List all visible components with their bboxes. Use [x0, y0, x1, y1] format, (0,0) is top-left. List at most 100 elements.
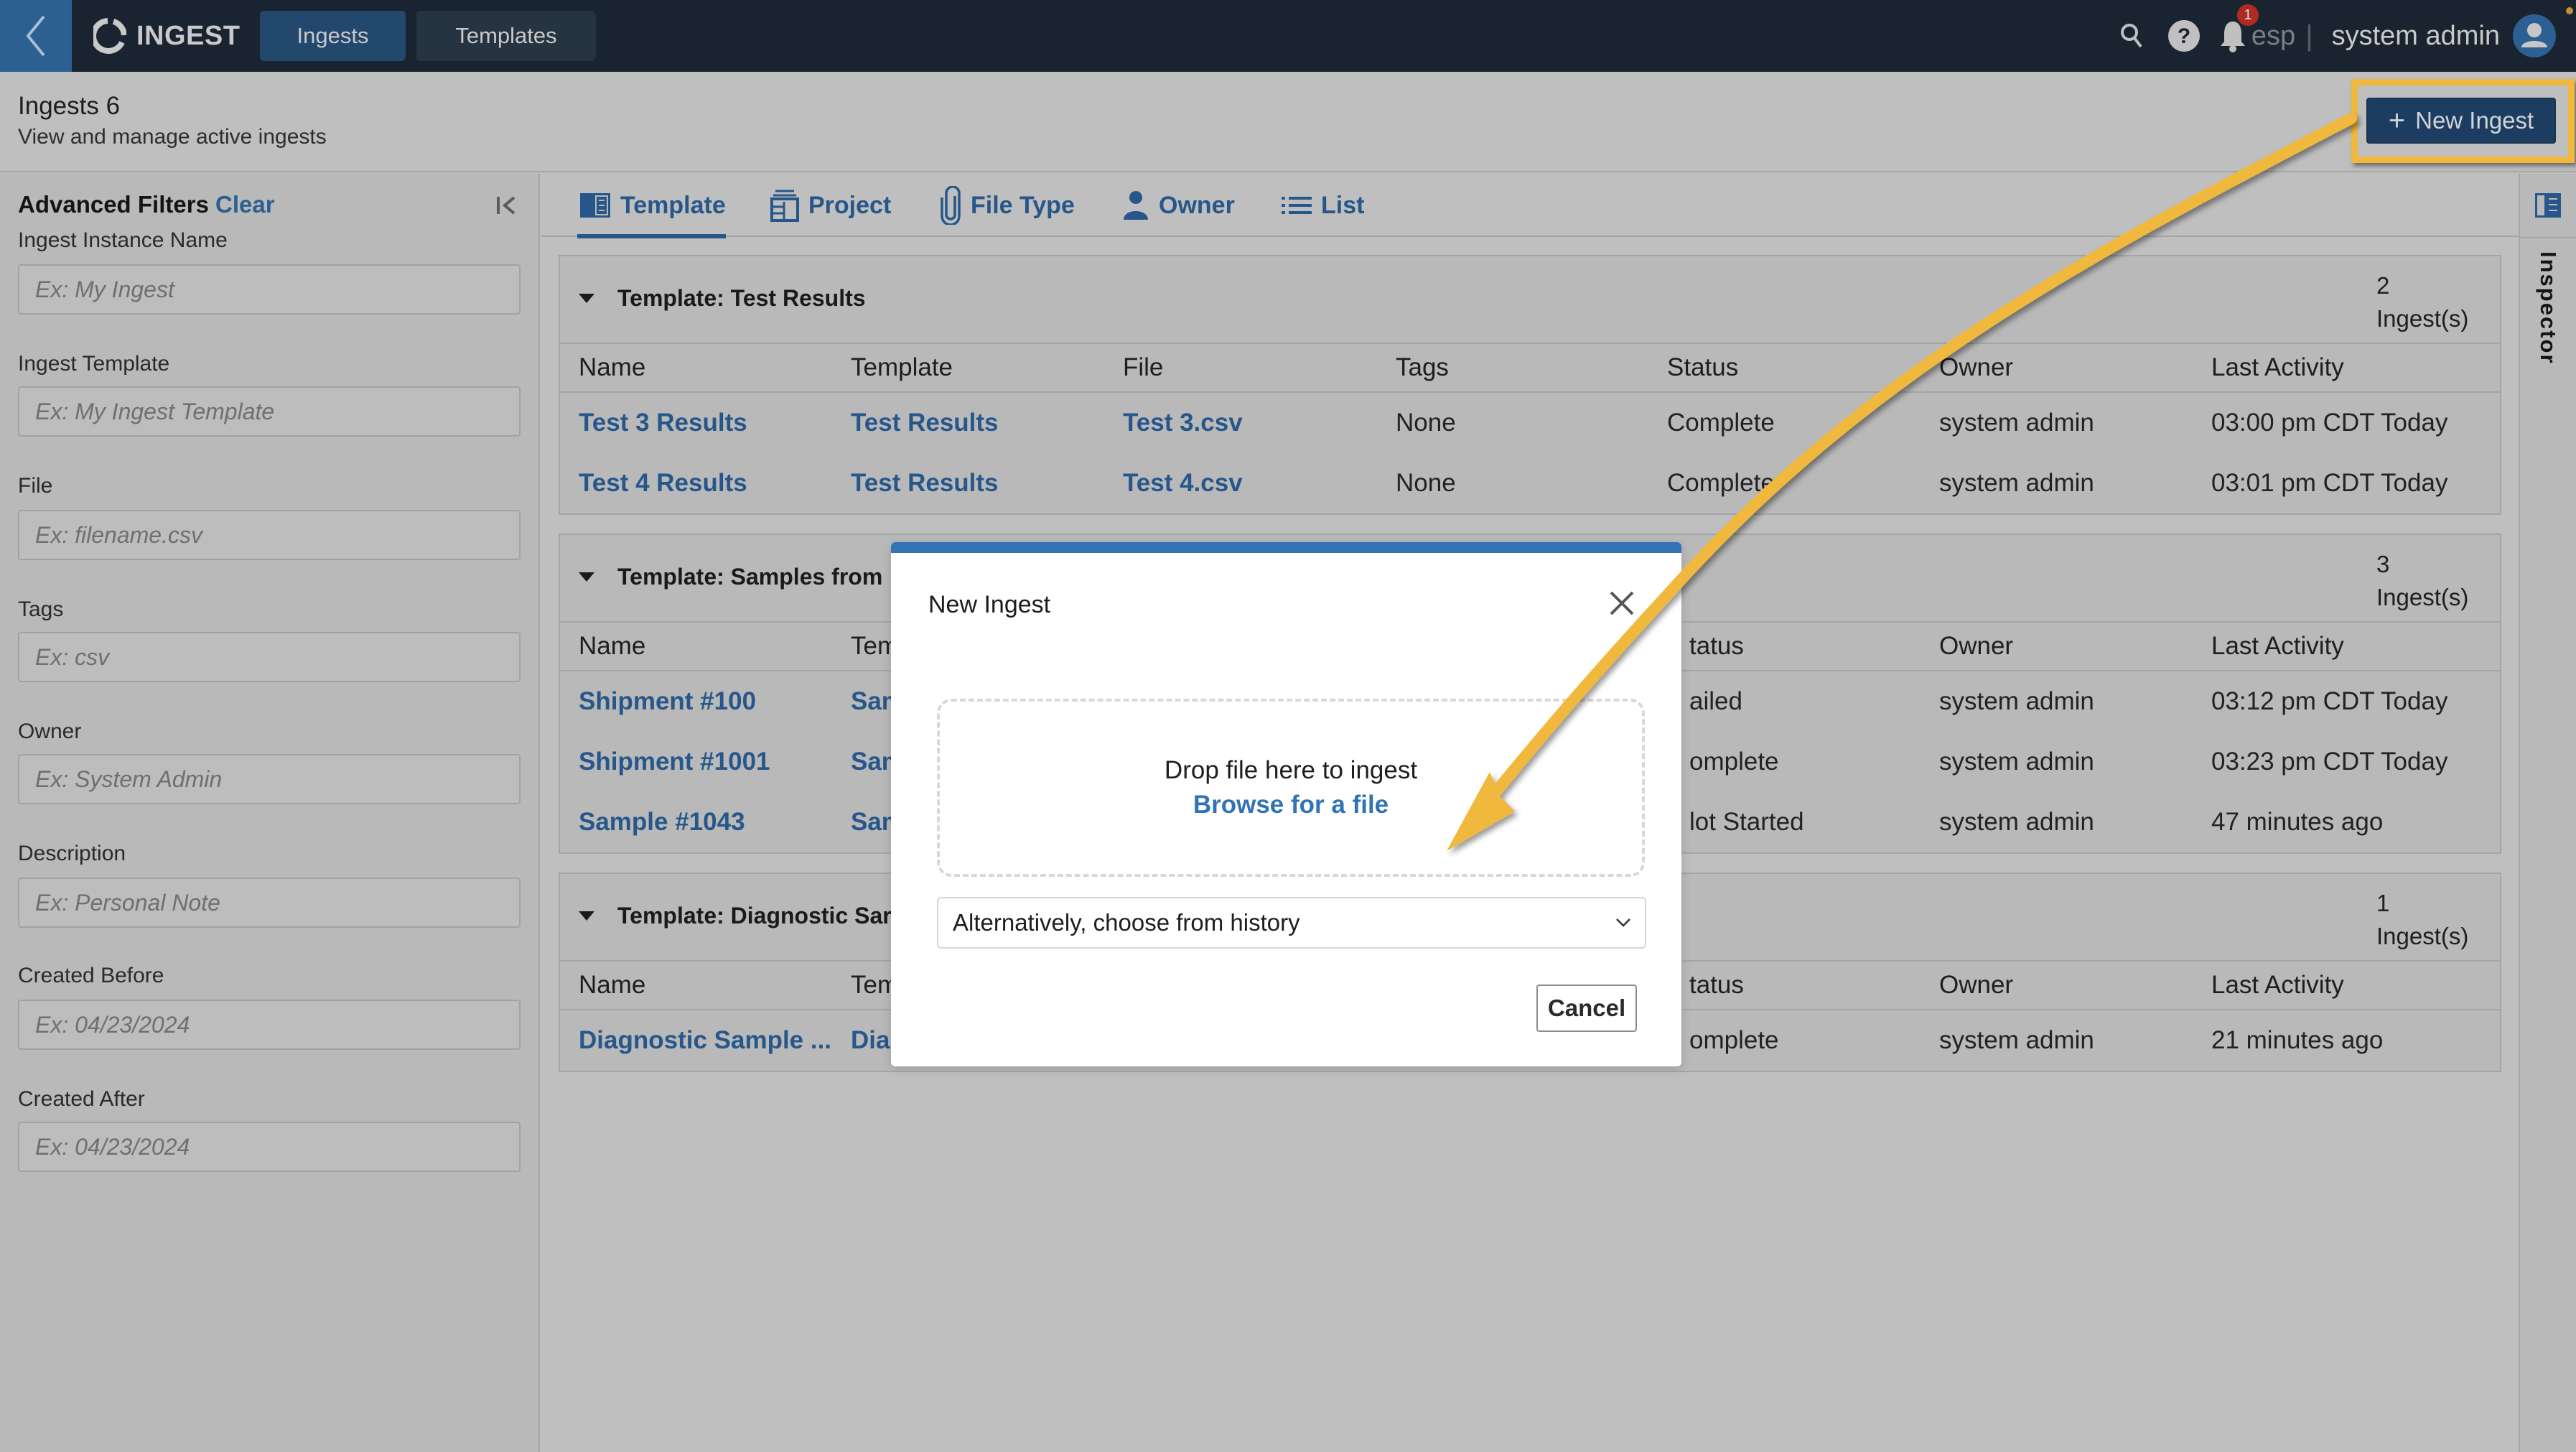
ingest-name-link[interactable]: Test 4 Results: [579, 469, 747, 498]
status-cell: omplete: [1689, 748, 1779, 776]
col-last-activity[interactable]: Last Activity: [2211, 632, 2344, 661]
col-name[interactable]: Name: [579, 353, 645, 382]
collapse-left-icon: [497, 196, 515, 215]
table-row[interactable]: Test 4 Results Test Results Test 4.csv N…: [560, 453, 2500, 513]
ingest-name-link[interactable]: Shipment #1001: [579, 748, 770, 776]
created-after-input[interactable]: [18, 1122, 521, 1172]
ingest-logo-icon: [93, 18, 126, 54]
col-last-activity[interactable]: Last Activity: [2211, 971, 2344, 1000]
collapse-sidebar-button[interactable]: [494, 191, 520, 220]
template-icon: [580, 193, 610, 218]
last-activity-cell: 03:23 pm CDT Today: [2211, 748, 2448, 776]
group-title: Template: Test Results: [617, 285, 866, 311]
search-icon: [2120, 24, 2142, 48]
paperclip-icon: [941, 186, 961, 225]
history-select[interactable]: Alternatively, choose from history: [937, 897, 1646, 949]
ingest-name-link[interactable]: Sample #1043: [579, 808, 745, 837]
col-status[interactable]: tatus: [1689, 632, 1744, 661]
filter-label-file: File: [18, 474, 53, 498]
file-link[interactable]: Test 3.csv: [1123, 409, 1243, 437]
notification-badge: 1: [2236, 4, 2259, 26]
new-ingest-button[interactable]: + New Ingest: [2366, 98, 2556, 144]
group-count-value: 2: [2376, 272, 2390, 299]
status-cell: Complete: [1667, 409, 1775, 437]
tab-project[interactable]: Project: [770, 188, 891, 223]
caret-down-icon[interactable]: [579, 294, 594, 303]
inspector-toggle-button[interactable]: [2520, 174, 2576, 238]
table-header: Name Template File Tags Status Owner Las…: [560, 344, 2500, 393]
back-button[interactable]: [0, 0, 72, 72]
col-file[interactable]: File: [1123, 353, 1163, 382]
tab-owner-label: Owner: [1159, 191, 1235, 219]
created-before-input[interactable]: [18, 1000, 521, 1050]
template-input[interactable]: [18, 386, 521, 437]
instance-name-input[interactable]: [18, 264, 521, 315]
group-count-label: Ingest(s): [2376, 584, 2469, 610]
ingest-name-link[interactable]: Test 3 Results: [579, 409, 747, 437]
workspace-label[interactable]: esp: [2251, 21, 2295, 52]
tab-list[interactable]: List: [1281, 188, 1364, 223]
caret-down-icon[interactable]: [579, 911, 594, 921]
col-name[interactable]: Name: [579, 971, 645, 1000]
help-button[interactable]: ?: [2167, 19, 2201, 53]
file-dropzone[interactable]: Drop file here to ingest Browse for a fi…: [937, 699, 1645, 877]
template-link[interactable]: Test Results: [851, 469, 999, 498]
col-owner[interactable]: Owner: [1939, 353, 2013, 382]
tags-cell: None: [1396, 469, 1456, 497]
user-name[interactable]: system admin: [2332, 21, 2500, 52]
col-name[interactable]: Name: [579, 632, 645, 661]
owner-cell: system admin: [1939, 687, 2094, 715]
project-icon: [770, 190, 799, 222]
template-link[interactable]: Test Results: [851, 409, 999, 437]
status-cell: omplete: [1689, 1026, 1779, 1054]
ingest-name-link[interactable]: Shipment #100: [579, 687, 756, 716]
tab-owner[interactable]: Owner: [1121, 188, 1235, 223]
notifications-button[interactable]: 1: [2218, 4, 2259, 53]
search-button[interactable]: [2119, 22, 2145, 50]
group-title: Template: Samples from: [617, 564, 883, 590]
status-cell: Complete: [1667, 469, 1775, 497]
col-tags[interactable]: Tags: [1396, 353, 1449, 382]
chevron-down-icon: [1616, 918, 1630, 927]
tab-file-type[interactable]: File Type: [941, 186, 1075, 225]
modal-close-button[interactable]: [1604, 585, 1640, 621]
new-ingest-label: New Ingest: [2415, 107, 2534, 134]
avatar[interactable]: [2513, 14, 2556, 57]
group-count-label: Ingest(s): [2376, 305, 2469, 332]
col-template[interactable]: Template: [851, 353, 953, 382]
owner-cell: system admin: [1939, 469, 2094, 497]
owner-input[interactable]: [18, 754, 521, 804]
file-link[interactable]: Test 4.csv: [1123, 469, 1243, 498]
ingest-name-link[interactable]: Diagnostic Sample ...: [579, 1026, 831, 1055]
col-last-activity[interactable]: Last Activity: [2211, 353, 2344, 382]
col-status[interactable]: tatus: [1689, 971, 1744, 1000]
clear-filters-link[interactable]: Clear: [215, 191, 275, 218]
cancel-button[interactable]: Cancel: [1536, 985, 1637, 1032]
nav-tab-templates[interactable]: Templates: [416, 11, 596, 61]
last-activity-cell: 03:12 pm CDT Today: [2211, 687, 2448, 715]
browse-file-link[interactable]: Browse for a file: [940, 791, 1642, 819]
top-nav: INGEST Ingests Templates ? 1 esp | syste…: [0, 0, 2576, 72]
template-link[interactable]: Dia: [851, 1026, 890, 1055]
col-owner[interactable]: Owner: [1939, 632, 2013, 661]
tab-template[interactable]: Template: [577, 188, 726, 238]
col-status[interactable]: Status: [1667, 353, 1738, 382]
drop-text: Drop file here to ingest: [1164, 756, 1418, 784]
tab-template-label: Template: [620, 191, 726, 219]
tags-input[interactable]: [18, 632, 521, 682]
new-ingest-modal: New Ingest Drop file here to ingest Brow…: [891, 542, 1681, 1066]
table-row[interactable]: Test 3 Results Test Results Test 3.csv N…: [560, 393, 2500, 453]
status-dot: [2566, 7, 2573, 14]
file-input[interactable]: [18, 510, 521, 560]
description-input[interactable]: [18, 878, 521, 928]
filter-label-created-before: Created Before: [18, 964, 164, 987]
caret-down-icon[interactable]: [579, 572, 594, 582]
nav-actions: ? 1 esp | system admin: [2119, 0, 2556, 72]
owner-cell: system admin: [1939, 808, 2094, 836]
col-owner[interactable]: Owner: [1939, 971, 2013, 1000]
svg-text:?: ?: [2178, 24, 2190, 48]
group-test-results: Template: Test Results 2 Ingest(s) Name …: [559, 255, 2501, 515]
group-count-value: 1: [2376, 890, 2390, 916]
nav-tab-ingests[interactable]: Ingests: [260, 11, 406, 61]
inspector-label[interactable]: Inspector: [2535, 251, 2561, 365]
